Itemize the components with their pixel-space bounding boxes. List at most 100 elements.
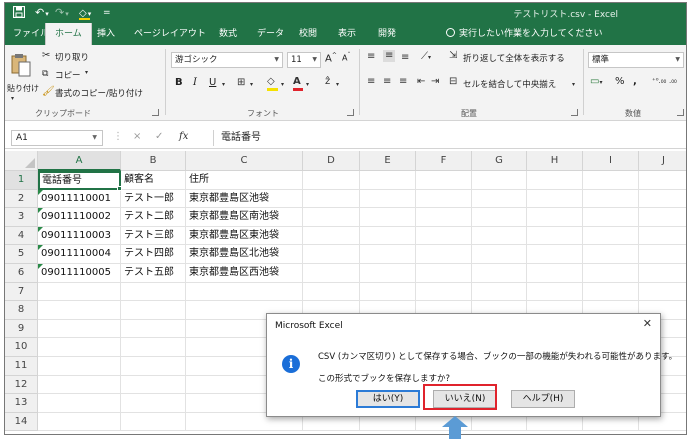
- cell-h3[interactable]: [527, 208, 583, 227]
- cell-j1[interactable]: [639, 171, 686, 190]
- cell-j3[interactable]: [639, 208, 686, 227]
- cell-a1[interactable]: 電話番号: [38, 171, 121, 190]
- cell-f6[interactable]: [416, 264, 472, 283]
- cell-b3[interactable]: テスト二郎: [121, 208, 186, 227]
- grow-font-button[interactable]: A^: [325, 52, 337, 64]
- cell-g6[interactable]: [472, 264, 527, 283]
- cell-b14[interactable]: [121, 412, 186, 432]
- paint-bucket-icon[interactable]: ◇ ▾: [79, 6, 91, 20]
- fill-handle[interactable]: [117, 185, 122, 191]
- underline-button[interactable]: U: [209, 77, 216, 88]
- close-icon[interactable]: ✕: [643, 317, 652, 330]
- align-center-icon[interactable]: ≡: [383, 76, 391, 88]
- undo-icon[interactable]: ↶▾: [35, 6, 49, 20]
- cell-h6[interactable]: [527, 264, 583, 283]
- cut-icon[interactable]: ✂: [42, 50, 50, 62]
- shrink-font-button[interactable]: Aˇ: [342, 52, 350, 63]
- cell-i7[interactable]: [583, 282, 639, 302]
- cell-f4[interactable]: [416, 226, 472, 246]
- tab-review[interactable]: 校閲: [297, 23, 319, 45]
- merge-dropdown-icon[interactable]: ▾: [572, 79, 575, 91]
- cell-b6[interactable]: テスト五郎: [121, 264, 186, 283]
- row-header-1[interactable]: 1: [5, 171, 38, 190]
- row-header-6[interactable]: 6: [5, 264, 38, 283]
- comma-button[interactable]: ,: [633, 76, 637, 87]
- font-color-icon[interactable]: A: [293, 76, 303, 91]
- cell-a7[interactable]: [38, 282, 121, 302]
- cell-c6[interactable]: 東京都豊島区西池袋: [186, 264, 303, 283]
- tab-insert[interactable]: 挿入: [95, 23, 117, 45]
- cancel-icon[interactable]: ×: [133, 131, 141, 142]
- wrap-text-icon[interactable]: ⇲: [449, 50, 457, 62]
- font-name-select[interactable]: 游ゴシック ▼: [171, 52, 283, 68]
- cell-f1[interactable]: [416, 171, 472, 190]
- formula-input[interactable]: 電話番号: [221, 130, 261, 146]
- row-header-10[interactable]: 10: [5, 338, 38, 357]
- save-icon[interactable]: [13, 6, 26, 20]
- cell-a8[interactable]: [38, 301, 121, 320]
- font-size-select[interactable]: 11 ▼: [287, 52, 321, 68]
- tab-view[interactable]: 表示: [336, 23, 358, 45]
- cell-a2[interactable]: 09011110001: [38, 189, 121, 209]
- copy-dropdown-icon[interactable]: ▾: [85, 67, 88, 79]
- cell-b13[interactable]: [121, 394, 186, 413]
- cell-b7[interactable]: [121, 282, 186, 302]
- cell-b11[interactable]: [121, 357, 186, 376]
- phonetic-icon[interactable]: ẑ: [325, 76, 330, 88]
- cell-a9[interactable]: [38, 319, 121, 339]
- tab-home[interactable]: ホーム: [45, 23, 92, 45]
- cell-e1[interactable]: [360, 171, 416, 190]
- format-painter-button[interactable]: 書式のコピー/貼り付け: [55, 87, 143, 99]
- cell-d4[interactable]: [303, 226, 360, 246]
- font-launcher[interactable]: [347, 109, 354, 116]
- cell-a5[interactable]: 09011110004: [38, 245, 121, 264]
- cell-a14[interactable]: [38, 412, 121, 432]
- cut-button[interactable]: 切り取り: [55, 51, 89, 63]
- decrease-decimal-button[interactable]: .₀₀: [669, 77, 677, 85]
- cell-d1[interactable]: [303, 171, 360, 190]
- cell-b1[interactable]: 顧客名: [121, 171, 186, 190]
- wrap-text-button[interactable]: 折り返して全体を表示する: [463, 52, 565, 64]
- increase-decimal-button[interactable]: ⁺⁰.₀₀: [652, 77, 666, 85]
- cell-b8[interactable]: [121, 301, 186, 320]
- tab-formulas[interactable]: 数式: [217, 23, 239, 45]
- insert-function-icon[interactable]: fx: [179, 131, 188, 142]
- cell-e5[interactable]: [360, 245, 416, 264]
- alignment-launcher[interactable]: [571, 109, 578, 116]
- row-header-14[interactable]: 14: [5, 412, 38, 432]
- tell-me-box[interactable]: 実行したい作業を入力してください: [446, 23, 602, 45]
- cell-b12[interactable]: [121, 375, 186, 395]
- cell-j2[interactable]: [639, 190, 686, 209]
- cell-j5[interactable]: [639, 245, 686, 264]
- help-button[interactable]: ヘルプ(H): [511, 390, 575, 408]
- merge-center-button[interactable]: セルを結合して中央揃え: [463, 78, 556, 90]
- cell-e6[interactable]: [360, 264, 416, 283]
- cell-h4[interactable]: [527, 226, 583, 246]
- align-top-icon[interactable]: ≡: [367, 51, 375, 63]
- cell-a3[interactable]: 09011110002: [38, 208, 121, 227]
- row-header-13[interactable]: 13: [5, 394, 38, 413]
- cell-g4[interactable]: [472, 226, 527, 246]
- cell-e7[interactable]: [360, 282, 416, 302]
- cell-d6[interactable]: [303, 264, 360, 283]
- fill-color-dropdown-icon[interactable]: ▾: [281, 79, 284, 91]
- cell-c7[interactable]: [186, 282, 303, 302]
- row-header-2[interactable]: 2: [5, 189, 38, 209]
- column-header-a[interactable]: A: [38, 151, 121, 171]
- cell-b9[interactable]: [121, 319, 186, 339]
- row-header-7[interactable]: 7: [5, 282, 38, 302]
- cell-f5[interactable]: [416, 245, 472, 264]
- cell-h2[interactable]: [527, 189, 583, 209]
- italic-button[interactable]: I: [193, 77, 197, 88]
- cell-c2[interactable]: 東京都豊島区池袋: [186, 189, 303, 209]
- cell-g1[interactable]: [472, 171, 527, 190]
- cell-b5[interactable]: テスト四郎: [121, 245, 186, 264]
- name-box[interactable]: A1 ▼: [11, 130, 103, 146]
- cell-i6[interactable]: [583, 264, 639, 283]
- orientation-icon[interactable]: ⟋▾: [421, 51, 431, 64]
- column-header-f[interactable]: F: [416, 151, 472, 171]
- column-header-e[interactable]: E: [360, 151, 416, 171]
- cell-i1[interactable]: [583, 171, 639, 190]
- cell-a6[interactable]: 09011110005: [38, 264, 121, 283]
- paste-icon[interactable]: [11, 53, 31, 77]
